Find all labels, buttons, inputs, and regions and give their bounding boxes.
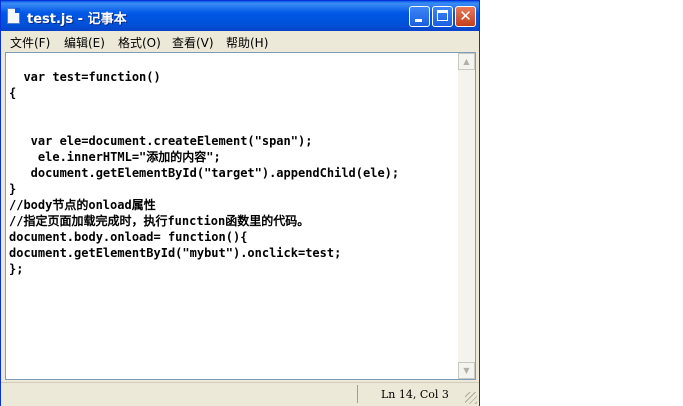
status-bar: Ln 14, Col 3 [1, 382, 479, 406]
code-line: }; [9, 262, 24, 276]
code-line: { [9, 86, 17, 100]
code-line: document.body.onload= function(){ [9, 230, 248, 244]
menu-file[interactable]: 文件(F) [10, 34, 50, 51]
menu-help[interactable]: 帮助(H) [226, 34, 268, 51]
code-line: var ele=document.createElement("span"); [9, 134, 313, 148]
maximize-icon [437, 10, 448, 21]
close-icon: ✕ [459, 7, 472, 25]
code-line: //指定页面加载完成时，执行function函数里的代码。 [9, 214, 310, 228]
menu-edit[interactable]: 编辑(E) [64, 34, 105, 51]
title-bar[interactable]: test.js - 记事本 ✕ [1, 1, 479, 31]
code-line: ele.innerHTML="添加的内容"; [9, 150, 221, 164]
editor-content[interactable]: var test=function() { var ele=document.c… [9, 69, 399, 277]
menu-view[interactable]: 查看(V) [172, 34, 214, 51]
scroll-up-icon[interactable]: ▲ [458, 53, 475, 70]
maximize-button[interactable] [432, 6, 453, 27]
menu-format[interactable]: 格式(O) [118, 34, 161, 51]
minimize-icon [415, 19, 422, 22]
notepad-icon [7, 8, 20, 24]
code-line: document.getElementById("mybut").onclick… [9, 246, 342, 260]
window-title: test.js - 记事本 [27, 12, 127, 27]
code-line: var test=function() [9, 70, 161, 84]
menu-bar: 文件(F) 编辑(E) 格式(O) 查看(V) 帮助(H) [1, 31, 479, 51]
scroll-down-icon[interactable]: ▼ [458, 362, 475, 379]
vertical-scrollbar[interactable]: ▲ ▼ [458, 53, 475, 379]
code-line: document.getElementById("target").append… [9, 166, 400, 180]
text-editor[interactable]: var test=function() { var ele=document.c… [5, 52, 476, 380]
notepad-window: test.js - 记事本 ✕ 文件(F) 编辑(E) 格式(O) 查看(V) … [0, 0, 480, 406]
minimize-button[interactable] [409, 6, 430, 27]
resize-grip-icon[interactable] [465, 392, 477, 404]
code-line: //body节点的onload属性 [9, 198, 156, 212]
cursor-position: Ln 14, Col 3 [381, 388, 449, 401]
code-line: } [9, 182, 17, 196]
status-divider [357, 385, 358, 403]
close-button[interactable]: ✕ [455, 6, 476, 27]
